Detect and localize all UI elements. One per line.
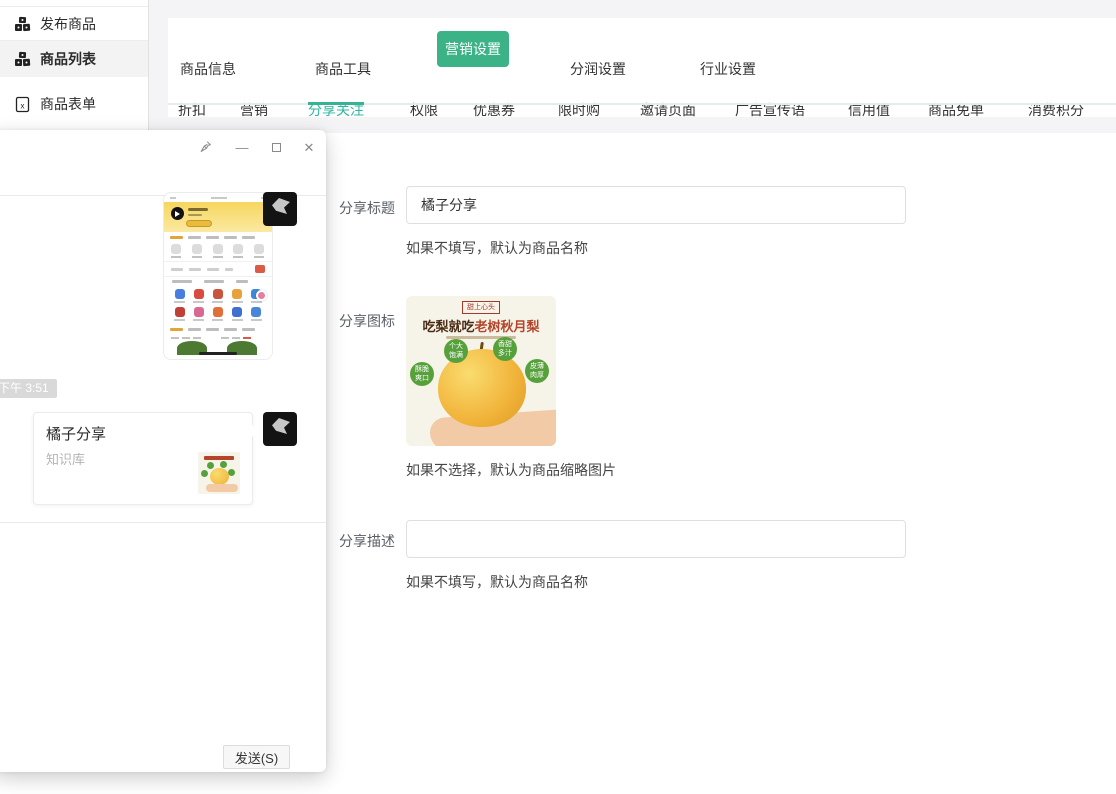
settings-tab-card: 商品信息 商品工具 营销设置 分润设置 行业设置 折扣 营销 分享关注 权限 优…: [168, 18, 1116, 117]
share-desc-hint: 如果不填写，默认为商品名称: [406, 572, 588, 592]
phone-screenshot-message[interactable]: ‹›: [163, 192, 273, 360]
arm-image: [524, 422, 556, 446]
tab-marketing-settings[interactable]: 营销设置: [437, 31, 509, 67]
share-icon-label: 分享图标: [339, 311, 395, 331]
tab-product-info[interactable]: 商品信息: [180, 59, 236, 79]
cubes-icon: [14, 16, 31, 33]
share-title-input[interactable]: [406, 186, 906, 224]
phone-badge-pill: [186, 220, 212, 227]
file-x-icon: x: [14, 96, 31, 113]
tab-profit-settings[interactable]: 分润设置: [570, 59, 626, 79]
pear-badge: 香甜多汁: [493, 337, 517, 361]
tab-product-tools[interactable]: 商品工具: [315, 59, 371, 79]
send-button[interactable]: 发送(S): [223, 745, 290, 769]
phone-floating-button: [256, 290, 267, 301]
sidebar-item-product-form[interactable]: x 商品表单: [0, 86, 148, 122]
share-desc-label: 分享描述: [339, 531, 395, 551]
sidebar-item-publish-product[interactable]: 发布商品: [0, 6, 148, 42]
share-card-subtitle: 知识库: [46, 449, 85, 468]
share-link-card-message[interactable]: 橘子分享 知识库: [33, 412, 253, 505]
pear-badge: 皮薄肉厚: [525, 359, 549, 383]
share-title-label: 分享标题: [339, 198, 395, 218]
sidebar-border: [148, 0, 149, 133]
user-avatar: [263, 192, 297, 226]
sidebar-item-label: 发布商品: [40, 14, 96, 34]
minimize-icon[interactable]: —: [234, 140, 250, 156]
pear-headline: 吃梨就吃老树秋月梨: [406, 316, 556, 335]
sidebar-item-label: 商品列表: [40, 49, 96, 69]
phone-home-indicator: [199, 352, 237, 355]
phone-icon-row: [164, 241, 272, 261]
share-icon-image[interactable]: 甜上心头 吃梨就吃老树秋月梨 个大饱满 香甜多汁 酥脆爽口 皮薄肉厚: [406, 296, 556, 446]
share-title-hint: 如果不填写，默认为商品名称: [406, 238, 588, 258]
user-avatar: [263, 412, 297, 446]
phone-avatar: [171, 207, 184, 220]
pear-badge: 酥脆爽口: [410, 362, 434, 386]
phone-section-headers: [164, 277, 272, 286]
cubes-icon: [14, 51, 31, 68]
phone-header: [164, 202, 272, 232]
pear-badge: 个大饱满: [444, 339, 468, 363]
chat-input-divider: [0, 522, 326, 523]
active-tab-underline: [308, 102, 364, 105]
share-desc-input[interactable]: [406, 520, 906, 558]
chat-preview-window: — ✕ ‹› 下午 3:51 橘子分享 知识库: [0, 130, 326, 772]
share-icon-hint: 如果不选择，默认为商品缩略图片: [406, 460, 616, 480]
sidebar-item-label: 商品表单: [40, 94, 96, 114]
tab-industry-settings[interactable]: 行业设置: [700, 59, 756, 79]
phone-product-cards: [164, 333, 272, 341]
bubble-arrow: [252, 425, 258, 437]
share-card-title: 橘子分享: [46, 423, 106, 444]
maximize-icon[interactable]: [268, 140, 284, 156]
svg-text:x: x: [21, 101, 25, 110]
phone-stats-row: [164, 261, 272, 277]
close-icon[interactable]: ✕: [301, 140, 317, 156]
phone-topbar: [164, 193, 272, 202]
message-timestamp: 下午 3:51: [0, 379, 57, 398]
pear-tag-text: 甜上心头: [462, 301, 500, 314]
share-card-thumbnail: [198, 452, 240, 494]
phone-tabs: [164, 232, 272, 241]
sidebar-item-product-list[interactable]: 商品列表: [0, 41, 148, 77]
pin-icon[interactable]: [199, 140, 215, 156]
phone-tabs-2: [164, 324, 272, 333]
